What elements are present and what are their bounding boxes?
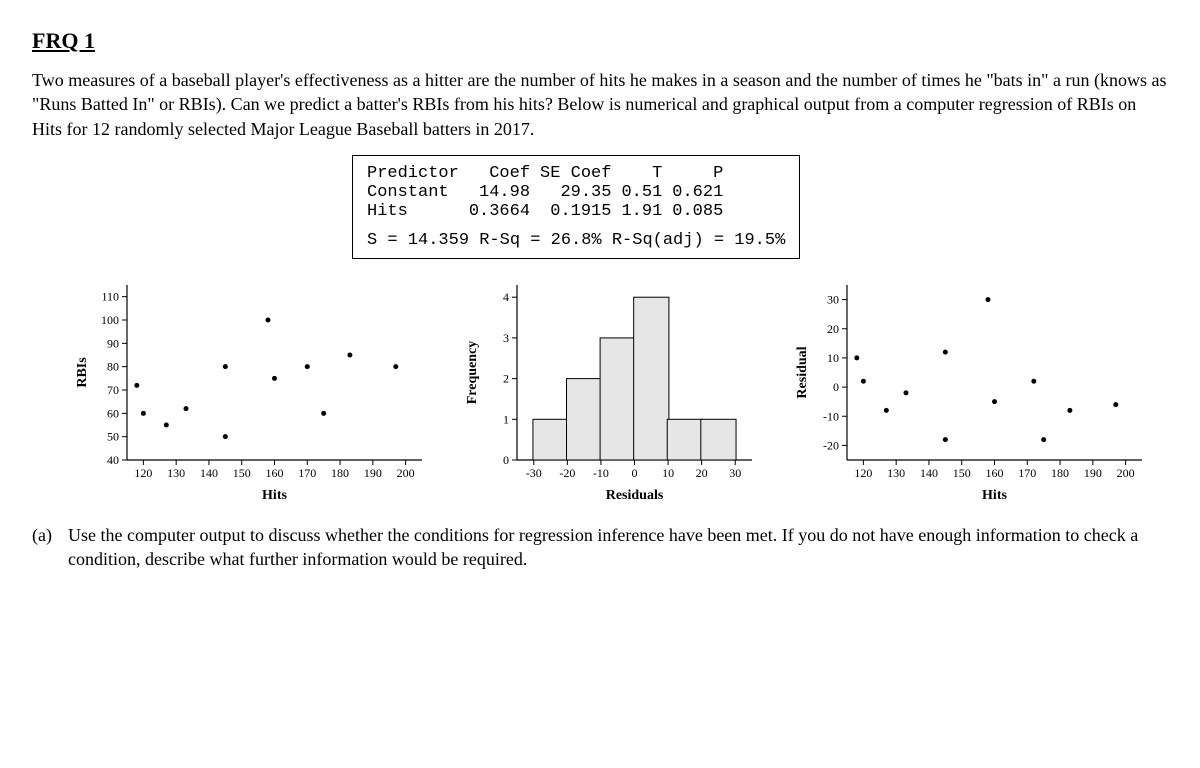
hdr-coef: Coef — [469, 164, 540, 183]
svg-text:-20: -20 — [559, 466, 575, 480]
svg-text:110: 110 — [101, 290, 119, 304]
svg-text:120: 120 — [134, 466, 152, 480]
svg-text:-10: -10 — [593, 466, 609, 480]
cell-coef: 0.3664 — [469, 202, 540, 221]
svg-text:30: 30 — [729, 466, 741, 480]
svg-text:90: 90 — [107, 336, 119, 350]
regression-table: Predictor Coef SE Coef T P Constant 14.9… — [367, 164, 733, 221]
svg-text:40: 40 — [107, 453, 119, 467]
svg-text:170: 170 — [298, 466, 316, 480]
cell-coef: 14.98 — [469, 183, 540, 202]
page-title: FRQ 1 — [32, 28, 1168, 54]
svg-text:Frequency: Frequency — [465, 341, 480, 405]
svg-text:50: 50 — [107, 430, 119, 444]
svg-text:160: 160 — [986, 466, 1004, 480]
svg-text:10: 10 — [662, 466, 674, 480]
question-marker: (a) — [32, 523, 60, 572]
svg-text:70: 70 — [107, 383, 119, 397]
regression-row-hits: Hits 0.3664 0.1915 1.91 0.085 — [367, 202, 733, 221]
svg-text:-30: -30 — [526, 466, 542, 480]
svg-text:60: 60 — [107, 406, 119, 420]
cell-se: 0.1915 — [540, 202, 621, 221]
svg-text:1: 1 — [503, 412, 509, 426]
svg-text:-20: -20 — [823, 438, 839, 452]
svg-text:100: 100 — [101, 313, 119, 327]
intro-paragraph: Two measures of a baseball player's effe… — [32, 68, 1168, 141]
svg-text:130: 130 — [167, 466, 185, 480]
svg-text:10: 10 — [827, 351, 839, 365]
svg-text:140: 140 — [200, 466, 218, 480]
svg-text:200: 200 — [1117, 466, 1135, 480]
svg-text:Residuals: Residuals — [606, 488, 664, 503]
svg-text:130: 130 — [887, 466, 905, 480]
svg-text:20: 20 — [696, 466, 708, 480]
svg-text:120: 120 — [854, 466, 872, 480]
cell-p: 0.085 — [672, 202, 733, 221]
svg-text:Residual: Residual — [795, 346, 810, 398]
svg-text:200: 200 — [397, 466, 415, 480]
cell-predictor: Constant — [367, 183, 469, 202]
regression-output-box: Predictor Coef SE Coef T P Constant 14.9… — [352, 155, 800, 259]
cell-predictor: Hits — [367, 202, 469, 221]
cell-se: 29.35 — [540, 183, 621, 202]
svg-text:190: 190 — [1084, 466, 1102, 480]
svg-text:3: 3 — [503, 331, 509, 345]
svg-text:180: 180 — [1051, 466, 1069, 480]
svg-text:-10: -10 — [823, 409, 839, 423]
svg-text:0: 0 — [632, 466, 638, 480]
scatter-rbis-vs-hits: 120 130 140 150 160 170 180 190 200 40 50 60 70 80 90 1… — [72, 275, 432, 505]
svg-text:170: 170 — [1018, 466, 1036, 480]
svg-text:Hits: Hits — [982, 488, 1007, 503]
question-text: Use the computer output to discuss wheth… — [68, 523, 1168, 572]
question-a: (a) Use the computer output to discuss w… — [32, 523, 1168, 572]
regression-header-row: Predictor Coef SE Coef T P — [367, 164, 733, 183]
svg-text:20: 20 — [827, 322, 839, 336]
svg-text:0: 0 — [833, 380, 839, 394]
svg-text:4: 4 — [503, 290, 509, 304]
regression-row-constant: Constant 14.98 29.35 0.51 0.621 — [367, 183, 733, 202]
svg-text:0: 0 — [503, 453, 509, 467]
svg-text:80: 80 — [107, 360, 119, 374]
cell-t: 0.51 — [621, 183, 672, 202]
svg-text:150: 150 — [233, 466, 251, 480]
histogram-residuals: -30 -20 -10 0 10 20 30 0 1 2 3 4 Residuals Frequency — [462, 275, 762, 505]
hdr-p: P — [672, 164, 733, 183]
scatter-residual-vs-hits: 120 130 140 150 160 170 180 190 200 -20 -10 0 10 20 30… — [792, 275, 1152, 505]
svg-text:180: 180 — [331, 466, 349, 480]
hdr-se: SE Coef — [540, 164, 621, 183]
charts-row: 1201301401501601701801902004050607080901… — [72, 275, 1168, 505]
hdr-predictor: Predictor — [367, 164, 469, 183]
cell-t: 1.91 — [621, 202, 672, 221]
svg-text:2: 2 — [503, 371, 509, 385]
svg-text:160: 160 — [266, 466, 284, 480]
svg-text:Hits: Hits — [262, 488, 287, 503]
svg-text:190: 190 — [364, 466, 382, 480]
svg-text:140: 140 — [920, 466, 938, 480]
cell-p: 0.621 — [672, 183, 733, 202]
svg-text:RBIs: RBIs — [75, 357, 90, 388]
svg-text:150: 150 — [953, 466, 971, 480]
svg-text:30: 30 — [827, 292, 839, 306]
hdr-t: T — [621, 164, 672, 183]
regression-stats-line: S = 14.359 R-Sq = 26.8% R-Sq(adj) = 19.5… — [367, 231, 785, 250]
